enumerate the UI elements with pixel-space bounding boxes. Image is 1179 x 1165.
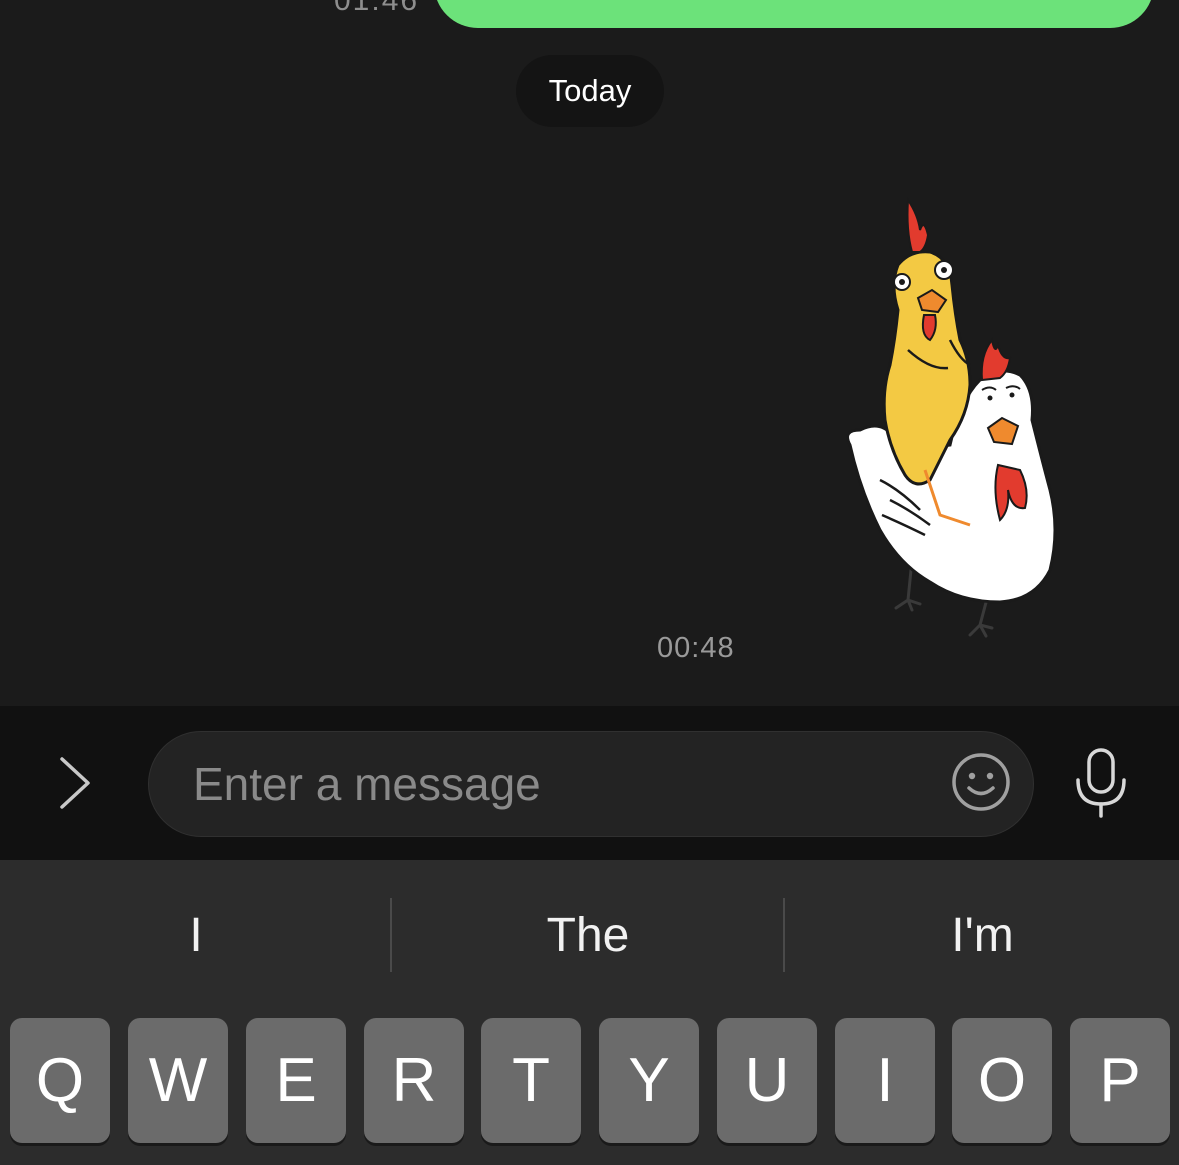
key-r[interactable]: R: [364, 1018, 464, 1143]
previous-message-time: 01:46: [334, 0, 420, 17]
key-e[interactable]: E: [246, 1018, 346, 1143]
key-o[interactable]: O: [952, 1018, 1052, 1143]
key-p[interactable]: P: [1070, 1018, 1170, 1143]
message-input[interactable]: [193, 732, 933, 836]
suggestion-item[interactable]: I: [0, 895, 392, 975]
message-input-wrapper[interactable]: [148, 731, 1034, 837]
chat-area[interactable]: 01:46 Today 00:48: [0, 0, 1179, 706]
chevron-right-icon: [60, 757, 90, 809]
suggestion-divider: [783, 898, 785, 972]
smiley-icon: [952, 753, 1010, 811]
expand-button[interactable]: [48, 752, 102, 814]
key-w[interactable]: W: [128, 1018, 228, 1143]
key-q[interactable]: Q: [10, 1018, 110, 1143]
key-t[interactable]: T: [481, 1018, 581, 1143]
suggestion-item[interactable]: I'm: [786, 895, 1179, 975]
key-u[interactable]: U: [717, 1018, 817, 1143]
suggestion-item[interactable]: The: [392, 895, 784, 975]
emoji-button[interactable]: [950, 751, 1012, 813]
key-i[interactable]: I: [835, 1018, 935, 1143]
previous-message-bubble[interactable]: [434, 0, 1154, 28]
message-time: 00:48: [657, 632, 735, 664]
microphone-icon: [1076, 748, 1126, 818]
key-y[interactable]: Y: [599, 1018, 699, 1143]
microphone-button[interactable]: [1070, 746, 1132, 820]
sticker-message[interactable]: [820, 190, 1080, 640]
date-separator: Today: [516, 55, 664, 127]
